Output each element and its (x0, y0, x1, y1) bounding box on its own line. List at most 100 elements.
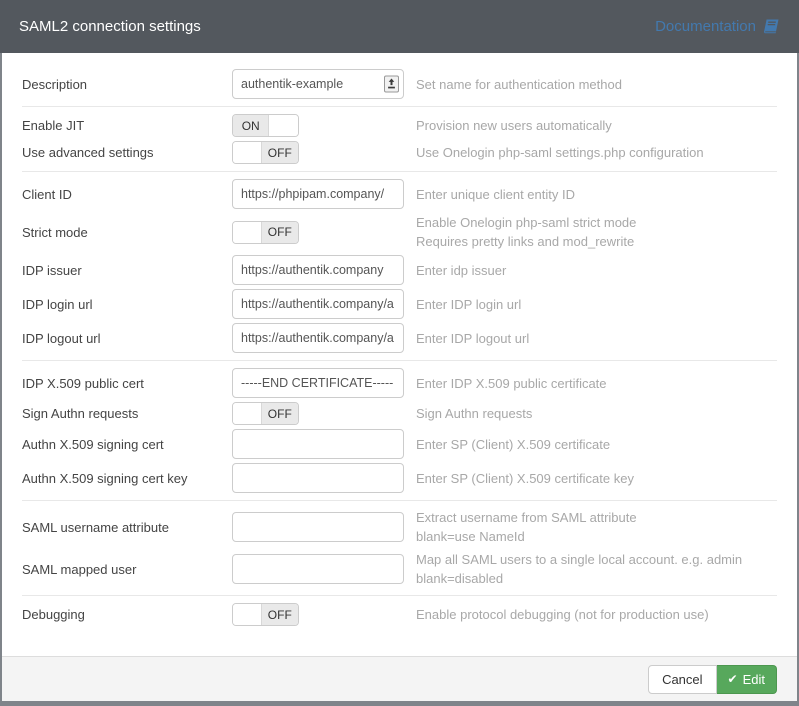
field-control-idp-issuer (232, 255, 404, 285)
field-label-enable-jit: Enable JIT (22, 118, 232, 133)
field-label-idp-issuer: IDP issuer (22, 263, 232, 278)
hint-line: blank=disabled (416, 569, 742, 588)
page-title: SAML2 connection settings (19, 18, 201, 35)
form-row-enable-jit: Enable JITON Provision new users automati… (22, 114, 777, 137)
hint-line: Enter unique client entity ID (416, 185, 575, 204)
authn-x509-signing-cert-key-input[interactable] (232, 463, 404, 493)
toggle-knob (233, 222, 262, 243)
field-label-saml-username-attribute: SAML username attribute (22, 520, 232, 535)
autofill-icon (384, 76, 399, 93)
form-row-saml-username-attribute: SAML username attribute Extract username … (22, 508, 777, 546)
field-label-idp-login-url: IDP login url (22, 297, 232, 312)
field-label-saml-mapped-user: SAML mapped user (22, 562, 232, 577)
input-wrap-idp-login-url (232, 289, 404, 319)
toggle-knob (233, 604, 262, 625)
input-wrap-idp-logout-url (232, 323, 404, 353)
cancel-button[interactable]: Cancel (648, 665, 716, 694)
field-hints-authn-x509-signing-cert: Enter SP (Client) X.509 certificate (416, 435, 610, 454)
field-hints-saml-mapped-user: Map all SAML users to a single local acc… (416, 550, 742, 588)
form-row-idp-x509-public-cert: IDP X.509 public cert Enter IDP X.509 pub… (22, 368, 777, 398)
strict-mode-toggle[interactable]: OFF (232, 221, 299, 244)
hint-line: Provision new users automatically (416, 116, 612, 135)
hint-line: Enter SP (Client) X.509 certificate (416, 435, 610, 454)
field-control-idp-login-url (232, 289, 404, 319)
documentation-link[interactable]: Documentation (655, 18, 780, 35)
toggle-state-label: OFF (262, 604, 298, 625)
hint-line: Enter SP (Client) X.509 certificate key (416, 469, 634, 488)
form-row-idp-issuer: IDP issuerEnter idp issuer (22, 255, 777, 285)
hint-line: Set name for authentication method (416, 75, 622, 94)
book-icon (762, 19, 780, 35)
modal-footer: Cancel ✔ Edit (2, 656, 797, 701)
field-control-authn-x509-signing-cert (232, 429, 404, 459)
description-input[interactable] (232, 69, 404, 99)
hint-line: Enter IDP logout url (416, 329, 529, 348)
field-hints-authn-x509-signing-cert-key: Enter SP (Client) X.509 certificate key (416, 469, 634, 488)
field-hints-idp-x509-public-cert: Enter IDP X.509 public certificate (416, 374, 607, 393)
field-hints-strict-mode: Enable Onelogin php-saml strict modeRequ… (416, 213, 636, 251)
idp-login-url-input[interactable] (232, 289, 404, 319)
field-control-strict-mode: OFF (232, 221, 404, 244)
input-wrap-client-id (232, 179, 404, 209)
hint-line: Extract username from SAML attribute (416, 508, 637, 527)
field-hints-idp-login-url: Enter IDP login url (416, 295, 521, 314)
section-divider (22, 106, 777, 107)
idp-issuer-input[interactable] (232, 255, 404, 285)
field-hints-sign-authn-requests: Sign Authn requests (416, 404, 532, 423)
field-hints-description: Set name for authentication method (416, 75, 622, 94)
form-row-use-advanced-settings: Use advanced settingsOFF Use Onelogin php… (22, 141, 777, 164)
hint-line: Enable protocol debugging (not for produ… (416, 605, 709, 624)
use-advanced-settings-toggle[interactable]: OFF (232, 141, 299, 164)
toggle-knob (269, 115, 298, 136)
enable-jit-toggle[interactable]: ON (232, 114, 299, 137)
field-control-idp-logout-url (232, 323, 404, 353)
field-control-description (232, 69, 404, 99)
form-row-description: DescriptionSet name for authentication m… (22, 69, 777, 99)
field-label-authn-x509-signing-cert-key: Authn X.509 signing cert key (22, 471, 232, 486)
toggle-state-label: OFF (262, 222, 298, 243)
debugging-toggle[interactable]: OFF (232, 603, 299, 626)
field-control-sign-authn-requests: OFF (232, 402, 404, 425)
edit-button[interactable]: ✔ Edit (717, 665, 777, 694)
hint-line: blank=use NameId (416, 527, 637, 546)
field-control-enable-jit: ON (232, 114, 404, 137)
toggle-state-label: ON (233, 115, 269, 136)
toggle-knob (233, 142, 262, 163)
section-divider (22, 595, 777, 596)
idp-x509-public-cert-input[interactable] (232, 368, 404, 398)
field-control-idp-x509-public-cert (232, 368, 404, 398)
field-control-debugging: OFF (232, 603, 404, 626)
field-label-authn-x509-signing-cert: Authn X.509 signing cert (22, 437, 232, 452)
field-hints-idp-logout-url: Enter IDP logout url (416, 329, 529, 348)
field-control-client-id (232, 179, 404, 209)
section-divider (22, 500, 777, 501)
hint-line: Enter IDP login url (416, 295, 521, 314)
form-row-debugging: Debugging OFF Enable protocol debugging (n… (22, 603, 777, 626)
hint-line: Map all SAML users to a single local acc… (416, 550, 742, 569)
field-hints-debugging: Enable protocol debugging (not for produ… (416, 605, 709, 624)
field-label-use-advanced-settings: Use advanced settings (22, 145, 232, 160)
field-label-sign-authn-requests: Sign Authn requests (22, 406, 232, 421)
saml2-settings-modal: SAML2 connection settings Documentation … (0, 0, 799, 706)
input-wrap-authn-x509-signing-cert-key (232, 463, 404, 493)
cancel-button-label: Cancel (662, 672, 702, 687)
form-row-client-id: Client ID Enter unique client entity ID (22, 179, 777, 209)
input-wrap-authn-x509-signing-cert (232, 429, 404, 459)
saml-username-attribute-input[interactable] (232, 512, 404, 542)
authn-x509-signing-cert-input[interactable] (232, 429, 404, 459)
field-hints-use-advanced-settings: Use Onelogin php-saml settings.php confi… (416, 143, 704, 162)
idp-logout-url-input[interactable] (232, 323, 404, 353)
check-icon: ✔ (728, 672, 738, 686)
field-label-idp-x509-public-cert: IDP X.509 public cert (22, 376, 232, 391)
form-rows: DescriptionSet name for authentication m… (2, 53, 797, 656)
field-label-idp-logout-url: IDP logout url (22, 331, 232, 346)
field-control-authn-x509-signing-cert-key (232, 463, 404, 493)
sign-authn-requests-toggle[interactable]: OFF (232, 402, 299, 425)
toggle-state-label: OFF (262, 403, 298, 424)
form-row-authn-x509-signing-cert-key: Authn X.509 signing cert key Enter SP (Cl… (22, 463, 777, 493)
input-wrap-idp-issuer (232, 255, 404, 285)
field-label-client-id: Client ID (22, 187, 232, 202)
client-id-input[interactable] (232, 179, 404, 209)
saml-mapped-user-input[interactable] (232, 554, 404, 584)
field-label-debugging: Debugging (22, 607, 232, 622)
